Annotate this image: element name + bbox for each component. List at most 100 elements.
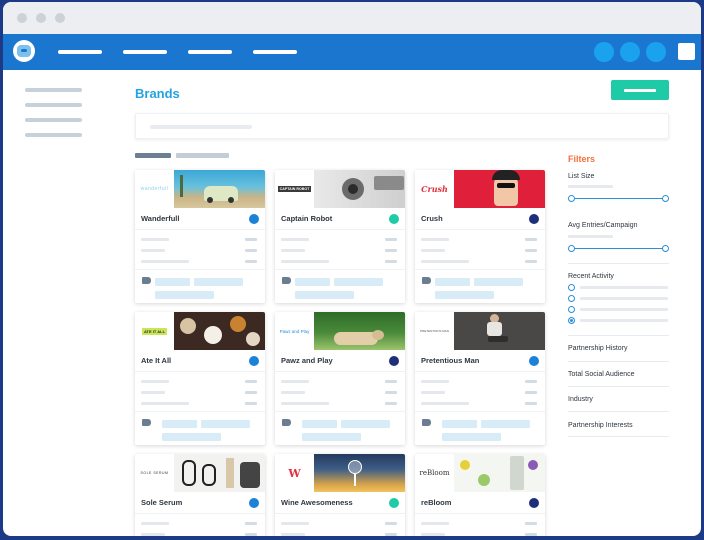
slider-handle[interactable] xyxy=(568,245,575,252)
slider-handle[interactable] xyxy=(662,195,669,202)
brand-stats xyxy=(135,230,265,269)
brand-photo xyxy=(174,312,265,350)
brand-logo: ATE IT ALL xyxy=(135,312,174,350)
tag-icon xyxy=(422,419,431,426)
brand-photo xyxy=(174,454,265,492)
brand-tags xyxy=(415,411,545,445)
nav-circle-icon[interactable] xyxy=(594,42,614,62)
brand-name[interactable]: Crush xyxy=(421,214,443,223)
brand-photo xyxy=(454,170,545,208)
activity-radio[interactable] xyxy=(568,295,575,302)
nav-link[interactable] xyxy=(253,50,297,54)
brand-card[interactable]: W Wine Awesomeness xyxy=(275,454,405,536)
brand-stats xyxy=(415,230,545,269)
status-badge xyxy=(249,213,259,224)
browser-window: Brands wanderfull Wanderfull CAPTAIN ROB… xyxy=(3,2,701,536)
brand-photo xyxy=(314,312,405,350)
tab-active[interactable] xyxy=(135,153,171,158)
filters-heading: Filters xyxy=(568,154,596,164)
brand-tags xyxy=(135,411,265,445)
brand-photo xyxy=(454,312,545,350)
social-audience-filter[interactable]: Total Social Audience xyxy=(568,371,635,378)
brand-name[interactable]: Sole Serum xyxy=(141,498,182,507)
brand-stats xyxy=(415,514,545,536)
tag-icon xyxy=(282,419,291,426)
partnership-interests-filter[interactable]: Partnership Interests xyxy=(568,422,633,429)
brand-name[interactable]: Captain Robot xyxy=(281,214,332,223)
status-badge xyxy=(529,497,539,508)
brand-tags xyxy=(135,269,265,303)
primary-action-button[interactable] xyxy=(611,80,669,100)
brand-name[interactable]: Ate It All xyxy=(141,356,171,365)
status-badge xyxy=(249,497,259,508)
brand-tags xyxy=(415,269,545,303)
logo-icon[interactable] xyxy=(13,40,35,62)
brand-card[interactable]: CAPTAIN ROBOT Captain Robot xyxy=(275,170,405,303)
brand-stats xyxy=(135,514,265,536)
brand-name[interactable]: Pawz and Play xyxy=(281,356,333,365)
window-dot[interactable] xyxy=(36,13,46,23)
brand-name[interactable]: Pretentious Man xyxy=(421,356,479,365)
slider-handle[interactable] xyxy=(568,195,575,202)
slider-handle[interactable] xyxy=(662,245,669,252)
nav-circle-icon[interactable] xyxy=(646,42,666,62)
brand-logo: wanderfull xyxy=(135,170,174,208)
tag-icon xyxy=(282,277,291,284)
activity-radio[interactable] xyxy=(568,306,575,313)
status-badge xyxy=(389,213,399,224)
brand-logo: PRETENTIOUS MAN xyxy=(415,312,454,350)
nav-link[interactable] xyxy=(123,50,167,54)
brand-photo xyxy=(314,170,405,208)
brand-logo: Crush xyxy=(415,170,454,208)
industry-filter[interactable]: Industry xyxy=(568,396,593,403)
brand-card[interactable]: PRETENTIOUS MAN Pretentious Man xyxy=(415,312,545,445)
brand-card[interactable]: Pawz and Play Pawz and Play xyxy=(275,312,405,445)
brand-stats xyxy=(275,514,405,536)
sidebar-item[interactable] xyxy=(25,118,82,122)
sidebar-item[interactable] xyxy=(25,88,82,92)
top-navbar xyxy=(3,34,701,70)
list-size-label: List Size xyxy=(568,173,595,180)
window-dot[interactable] xyxy=(55,13,65,23)
nav-link[interactable] xyxy=(58,50,102,54)
nav-circle-icon[interactable] xyxy=(620,42,640,62)
status-badge xyxy=(389,355,399,366)
search-input[interactable] xyxy=(135,113,669,139)
brand-logo: CAPTAIN ROBOT xyxy=(275,170,314,208)
status-badge xyxy=(249,355,259,366)
sidebar-item[interactable] xyxy=(25,133,82,137)
avatar[interactable] xyxy=(678,43,695,60)
brand-name[interactable]: Wine Awesomeness xyxy=(281,498,353,507)
brand-logo: W xyxy=(275,454,314,492)
list-size-slider[interactable] xyxy=(571,198,665,199)
nav-link[interactable] xyxy=(188,50,232,54)
tag-icon xyxy=(422,277,431,284)
page-title: Brands xyxy=(135,86,180,101)
brand-photo xyxy=(314,454,405,492)
activity-radio[interactable] xyxy=(568,284,575,291)
status-badge xyxy=(389,497,399,508)
browser-titlebar xyxy=(3,2,701,34)
avg-entries-slider[interactable] xyxy=(571,248,665,249)
brand-card[interactable]: wanderfull Wanderfull xyxy=(135,170,265,303)
brand-card[interactable]: reBloom reBloom xyxy=(415,454,545,536)
brand-card[interactable]: SOLE SERUM Sole Serum xyxy=(135,454,265,536)
brand-photo xyxy=(174,170,265,208)
brand-name[interactable]: Wanderfull xyxy=(141,214,179,223)
partnership-history-filter[interactable]: Partnership History xyxy=(568,345,628,352)
brand-logo: SOLE SERUM xyxy=(135,454,174,492)
tab-inactive[interactable] xyxy=(176,153,229,158)
activity-radio-selected[interactable] xyxy=(568,317,575,324)
brand-logo: reBloom xyxy=(415,454,454,492)
window-dot[interactable] xyxy=(17,13,27,23)
status-badge xyxy=(529,213,539,224)
brand-stats xyxy=(415,372,545,411)
brand-card[interactable]: ATE IT ALL Ate It All xyxy=(135,312,265,445)
brand-card[interactable]: Crush Crush xyxy=(415,170,545,303)
brand-tags xyxy=(275,411,405,445)
brand-name[interactable]: reBloom xyxy=(421,498,451,507)
status-badge xyxy=(529,355,539,366)
sidebar-item[interactable] xyxy=(25,103,82,107)
recent-activity-label: Recent Activity xyxy=(568,273,614,280)
brand-tags xyxy=(275,269,405,303)
